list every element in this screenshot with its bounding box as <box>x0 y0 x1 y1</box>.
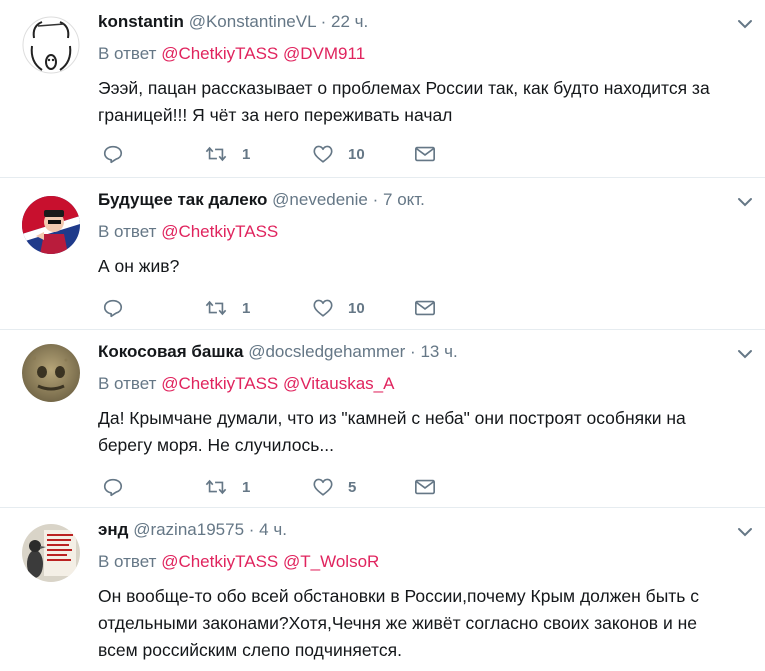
reply-prefix: В ответ <box>98 44 157 63</box>
direct-message-button[interactable] <box>414 296 436 320</box>
avatar[interactable] <box>22 524 80 582</box>
mention-link[interactable]: @Vitauskas_A <box>283 374 394 393</box>
tweet-text: Он вообще-то обо всей обстановки в Росси… <box>98 586 700 660</box>
retweet-icon <box>204 476 228 498</box>
reply-icon <box>102 143 124 165</box>
author-handle[interactable]: @docsledgehammer <box>248 342 405 361</box>
reply-context: В ответ @ChetkiyTASS @DVM911 <box>98 43 365 65</box>
chevron-down-icon[interactable] <box>735 344 755 364</box>
like-button[interactable]: 5 <box>312 475 356 499</box>
avatar[interactable] <box>22 344 80 402</box>
timestamp[interactable]: 22 ч. <box>331 12 368 31</box>
tweet-text: Эээй, пацан рассказывает о проблемах Рос… <box>98 78 710 125</box>
tweet[interactable]: Кокосовая башка @docsledgehammer · 13 ч.… <box>0 330 765 508</box>
mention-link[interactable]: @ChetkiyTASS <box>161 222 278 241</box>
reply-button[interactable] <box>102 296 124 320</box>
separator-dot: · <box>410 342 416 361</box>
heart-icon <box>312 143 334 165</box>
chevron-down-icon[interactable] <box>735 522 755 542</box>
tweet-header: Будущее так далеко @nevedenie · 7 окт. <box>98 188 425 212</box>
reply-context: В ответ @ChetkiyTASS @Vitauskas_A <box>98 373 394 395</box>
reply-prefix: В ответ <box>98 552 157 571</box>
reply-context: В ответ @ChetkiyTASS @T_WolsoR <box>98 551 379 573</box>
retweet-button[interactable]: 1 <box>204 296 250 320</box>
envelope-icon <box>414 144 436 164</box>
envelope-icon <box>414 477 436 497</box>
avatar[interactable] <box>22 196 80 254</box>
separator-dot: · <box>320 12 327 31</box>
tweet-actions: 1 5 <box>102 475 462 499</box>
timestamp[interactable]: 4 ч. <box>259 520 287 539</box>
separator-dot: · <box>248 520 255 539</box>
tweet-header: энд @razina19575 · 4 ч. <box>98 518 287 542</box>
retweet-icon <box>204 143 228 165</box>
tweet-text: А он жив? <box>98 256 180 276</box>
tweet-header: Кокосовая башка @docsledgehammer · 13 ч. <box>98 340 458 364</box>
retweet-button[interactable]: 1 <box>204 475 250 499</box>
retweet-button[interactable]: 1 <box>204 142 250 166</box>
mention-link[interactable]: @ChetkiyTASS <box>161 374 278 393</box>
retweet-count: 1 <box>242 478 251 496</box>
tweet-text: Да! Крымчане думали, что из "камней с не… <box>98 408 686 455</box>
retweet-count: 1 <box>242 145 251 163</box>
tweet-actions: 1 10 <box>102 142 462 166</box>
author-name[interactable]: энд <box>98 520 128 539</box>
envelope-icon <box>414 298 436 318</box>
separator-dot: · <box>372 190 379 209</box>
author-name[interactable]: Кокосовая башка <box>98 342 243 361</box>
mention-link[interactable]: @ChetkiyTASS <box>161 552 278 571</box>
like-button[interactable]: 10 <box>312 296 365 320</box>
chevron-down-icon[interactable] <box>735 14 755 34</box>
reply-prefix: В ответ <box>98 374 157 393</box>
tweet-feed: konstantin @KonstantineVL · 22 ч. В отве… <box>0 0 765 671</box>
author-name[interactable]: Будущее так далеко <box>98 190 267 209</box>
mention-link[interactable]: @ChetkiyTASS <box>161 44 278 63</box>
mention-link[interactable]: @DVM911 <box>283 44 365 63</box>
tweet-actions: 1 10 <box>102 296 462 320</box>
author-handle[interactable]: @nevedenie <box>272 190 368 209</box>
author-handle[interactable]: @KonstantineVL <box>189 12 316 31</box>
heart-icon <box>312 297 334 319</box>
mention-link[interactable]: @T_WolsoR <box>283 552 379 571</box>
tweet[interactable]: konstantin @KonstantineVL · 22 ч. В отве… <box>0 0 765 178</box>
tweet[interactable]: Будущее так далеко @nevedenie · 7 окт. В… <box>0 178 765 330</box>
reply-prefix: В ответ <box>98 222 157 241</box>
timestamp[interactable]: 7 окт. <box>383 190 425 209</box>
direct-message-button[interactable] <box>414 475 436 499</box>
retweet-count: 1 <box>242 299 251 317</box>
like-count: 5 <box>348 478 357 496</box>
avatar[interactable] <box>22 16 80 74</box>
reply-icon <box>102 297 124 319</box>
retweet-icon <box>204 297 228 319</box>
author-name[interactable]: konstantin <box>98 12 184 31</box>
heart-icon <box>312 476 334 498</box>
reply-button[interactable] <box>102 475 124 499</box>
like-count: 10 <box>348 299 365 317</box>
like-count: 10 <box>348 145 365 163</box>
author-handle[interactable]: @razina19575 <box>133 520 244 539</box>
tweet[interactable]: энд @razina19575 · 4 ч. В ответ @Chetkiy… <box>0 508 765 671</box>
like-button[interactable]: 10 <box>312 142 365 166</box>
direct-message-button[interactable] <box>414 142 436 166</box>
reply-button[interactable] <box>102 142 124 166</box>
reply-context: В ответ @ChetkiyTASS <box>98 221 278 243</box>
reply-icon <box>102 476 124 498</box>
chevron-down-icon[interactable] <box>735 192 755 212</box>
tweet-header: konstantin @KonstantineVL · 22 ч. <box>98 10 368 34</box>
timestamp[interactable]: 13 ч. <box>420 342 457 361</box>
